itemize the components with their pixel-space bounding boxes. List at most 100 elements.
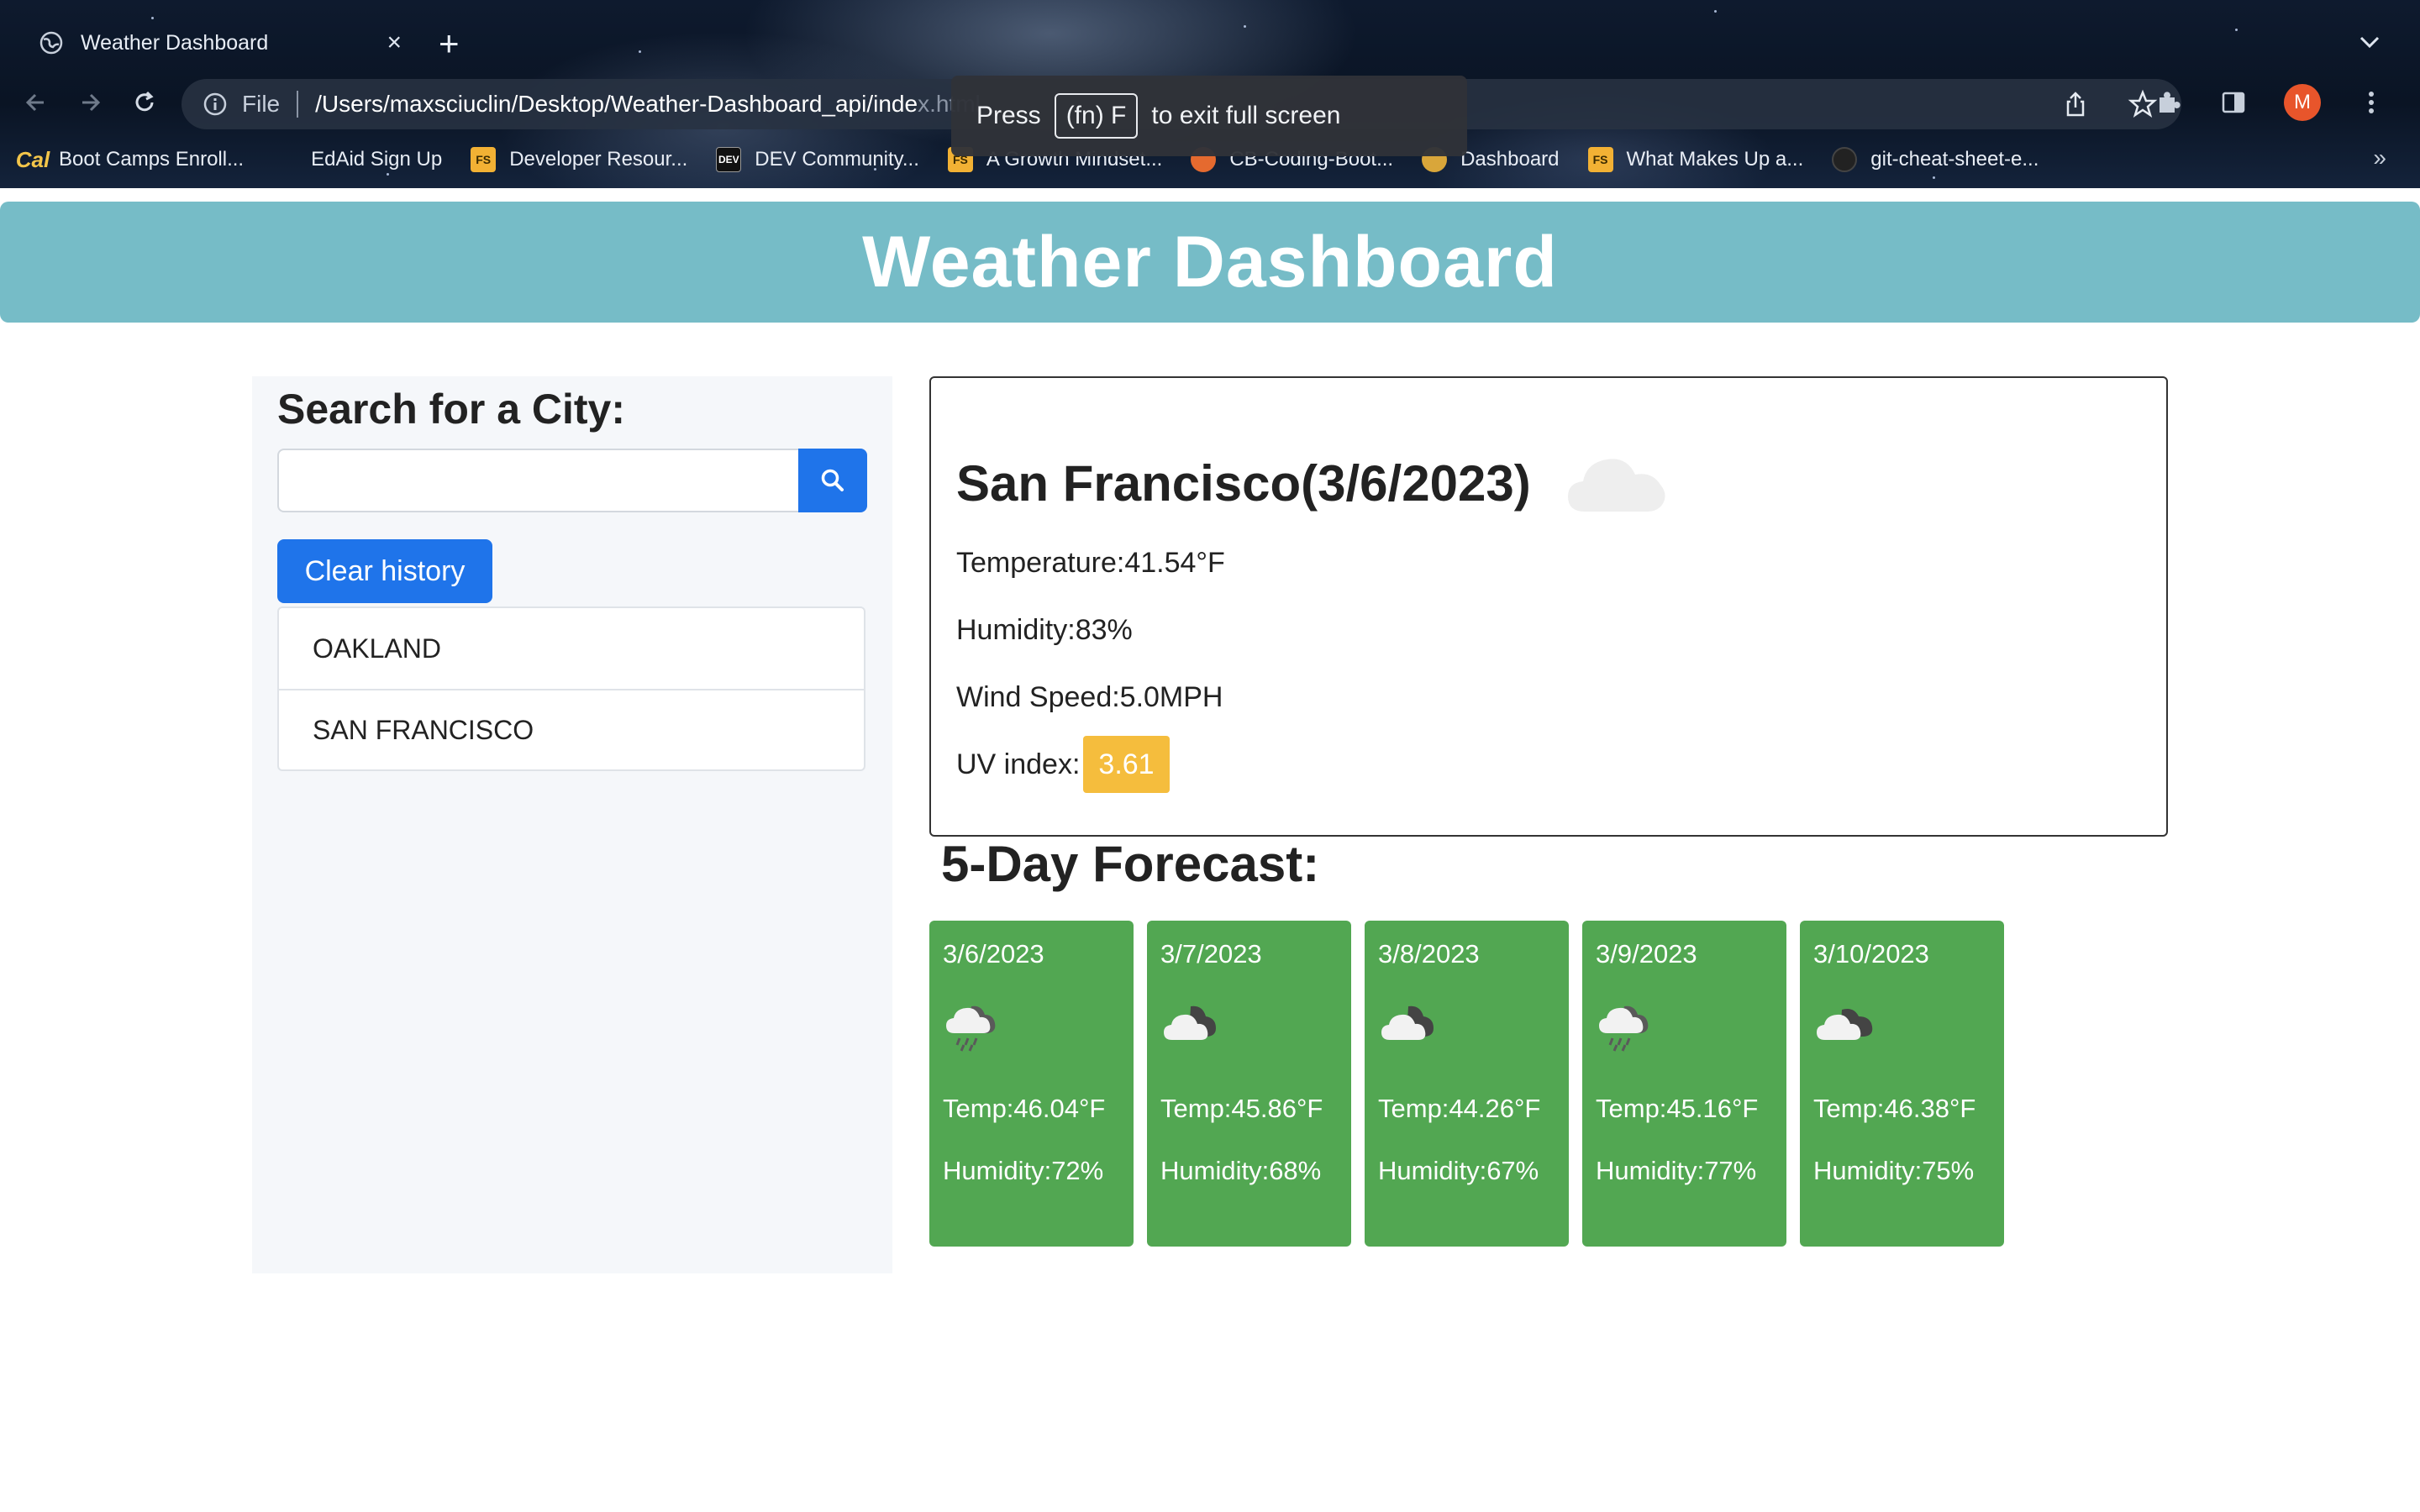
side-panel-icon[interactable] [2218, 87, 2249, 118]
search-history-list: OAKLAND SAN FRANCISCO [277, 606, 865, 771]
forecast-humidity: Humidity:67% [1378, 1156, 1539, 1185]
history-item-oakland[interactable]: OAKLAND [279, 608, 864, 689]
cloudy-night-icon [1381, 1005, 1434, 1040]
bookmark-label: Dashboard [1460, 148, 1560, 171]
bookmark-label: Developer Resour... [509, 148, 688, 171]
bookmark-label: DEV Community... [755, 148, 919, 171]
dev-icon: DEV [716, 147, 742, 172]
cloudy-night-icon [1164, 1005, 1216, 1040]
file-scheme-label: File [242, 91, 281, 117]
forecast-icon-wrap [1813, 998, 1991, 1065]
forecast-date: 3/10/2023 [1813, 939, 1929, 969]
search-sidebar: Search for a City: Clear history OAKLAND… [252, 376, 892, 1273]
toast-press-text: Press [976, 102, 1041, 129]
address-separator [297, 91, 299, 118]
forecast-humidity: Humidity:77% [1596, 1156, 1757, 1185]
cloud-icon [1567, 459, 1665, 512]
uv-index-row: UV index: 3.61 [956, 731, 2141, 798]
bookmark-label: git-cheat-sheet-e... [1870, 148, 2039, 171]
back-icon[interactable] [18, 84, 55, 121]
forecast-card: 3/7/2023 Temp:45.86°F Humidity:68% [1147, 921, 1351, 1247]
forecast-temp: Temp:45.16°F [1596, 1094, 1759, 1123]
menu-kebab-icon[interactable] [2356, 87, 2386, 118]
forecast-row: 3/6/2023 Temp:46.04°F Humidity:72% 3/7/2… [929, 921, 2004, 1247]
forecast-card: 3/8/2023 Temp:44.26°F Humidity:67% [1365, 921, 1569, 1247]
star-decoration [1244, 25, 1246, 28]
new-tab-icon[interactable]: + [439, 20, 460, 67]
bookmark-item[interactable]: EdAid Sign Up [311, 148, 442, 171]
page-header: Weather Dashboard [0, 202, 2420, 323]
forecast-temp: Temp:46.04°F [943, 1094, 1106, 1123]
more-bookmarks-icon[interactable]: » [2373, 144, 2386, 171]
toolbar-extensions: M [2153, 84, 2386, 121]
profile-avatar[interactable]: M [2284, 84, 2321, 121]
bookmark-item[interactable]: git-cheat-sheet-e... [1832, 147, 2039, 172]
bookmark-item[interactable]: FS What Makes Up a... [1587, 147, 1804, 172]
current-weather-card: San Francisco(3/6/2023) Temperature:41.5… [929, 376, 2168, 837]
forecast-date: 3/9/2023 [1596, 939, 1697, 969]
tab-title: Weather Dashboard [81, 30, 269, 55]
extensions-puzzle-icon[interactable] [2153, 87, 2183, 118]
toast-key-hint: (fn) F [1054, 93, 1139, 139]
star-decoration [639, 50, 641, 53]
share-icon[interactable] [2060, 89, 2091, 119]
page-title: Weather Dashboard [862, 221, 1558, 302]
forecast-icon-wrap [1160, 998, 1338, 1065]
forecast-temp: Temp:45.86°F [1160, 1094, 1323, 1123]
star-decoration [1714, 10, 1717, 13]
forecast-card: 3/9/2023 Temp:45.16°F Humidity:77% [1582, 921, 1786, 1247]
url-text: /Users/maxsciuclin/Desktop/Weather-Dashb… [315, 91, 918, 117]
toast-exit-text: to exit full screen [1151, 102, 1341, 129]
forecast-temp: Temp:46.38°F [1813, 1094, 1976, 1123]
forecast-humidity: Humidity:72% [943, 1156, 1104, 1185]
forecast-date: 3/7/2023 [1160, 939, 1262, 969]
search-icon [821, 469, 844, 491]
reload-icon[interactable] [126, 84, 163, 121]
forecast-humidity: Humidity:75% [1813, 1156, 1975, 1185]
uv-index-label: UV index: [956, 748, 1081, 780]
globe-icon [39, 31, 63, 55]
wind-speed-text: Wind Speed:5.0MPH [956, 680, 1223, 713]
city-search-input[interactable] [277, 449, 798, 512]
forecast-icon-wrap [943, 998, 1120, 1065]
broken-clouds-icon [1817, 1009, 1873, 1040]
search-row [277, 449, 867, 512]
bookmark-label: What Makes Up a... [1626, 148, 1804, 171]
forecast-humidity: Humidity:68% [1160, 1156, 1322, 1185]
forecast-icon-wrap [1378, 998, 1555, 1065]
bookmark-item[interactable]: Cal Boot Camps Enroll... [15, 146, 245, 172]
browser-chrome: Weather Dashboard × + File /Users/maxsci… [0, 0, 2420, 188]
bookmark-label: EdAid Sign Up [311, 148, 443, 171]
browser-tab[interactable]: Weather Dashboard × [20, 12, 420, 74]
close-tab-icon[interactable]: × [387, 29, 402, 57]
bookmark-label: Boot Camps Enroll... [59, 148, 245, 171]
humidity-text: Humidity:83% [956, 613, 1133, 646]
forecast-date: 3/6/2023 [943, 939, 1044, 969]
info-icon[interactable] [202, 91, 229, 118]
city-heading: San Francisco(3/6/2023) [956, 454, 1531, 512]
forecast-icon-wrap [1596, 998, 1773, 1065]
uv-index-badge: 3.61 [1083, 736, 1170, 793]
github-icon [1832, 147, 1858, 172]
bookmark-item[interactable]: FS Developer Resour... [471, 147, 687, 172]
rain-cloud-icon [946, 1005, 996, 1052]
clear-history-button[interactable]: Clear history [277, 539, 492, 603]
rain-cloud-icon [1599, 1005, 1649, 1052]
forecast-card: 3/6/2023 Temp:46.04°F Humidity:72% [929, 921, 1134, 1247]
bookmark-item[interactable]: DEV DEV Community... [716, 147, 919, 172]
search-button[interactable] [798, 449, 867, 512]
forecast-card: 3/10/2023 Temp:46.38°F Humidity:75% [1800, 921, 2004, 1247]
city-row: San Francisco(3/6/2023) [956, 437, 2141, 529]
history-item-san-francisco[interactable]: SAN FRANCISCO [279, 689, 864, 769]
cal-icon: Cal [15, 146, 50, 172]
forecast-date: 3/8/2023 [1378, 939, 1480, 969]
fullscreen-toast: Press (fn) F to exit full screen [951, 76, 1467, 156]
temperature-text: Temperature:41.54°F [956, 546, 1225, 579]
forecast-heading: 5-Day Forecast: [941, 836, 1320, 892]
forward-icon[interactable] [72, 84, 109, 121]
fs-icon: FS [1587, 147, 1613, 172]
star-decoration [2235, 29, 2238, 31]
fs-icon: FS [471, 147, 497, 172]
search-heading: Search for a City: [277, 386, 626, 433]
tab-search-chevron-icon[interactable] [2353, 25, 2386, 59]
